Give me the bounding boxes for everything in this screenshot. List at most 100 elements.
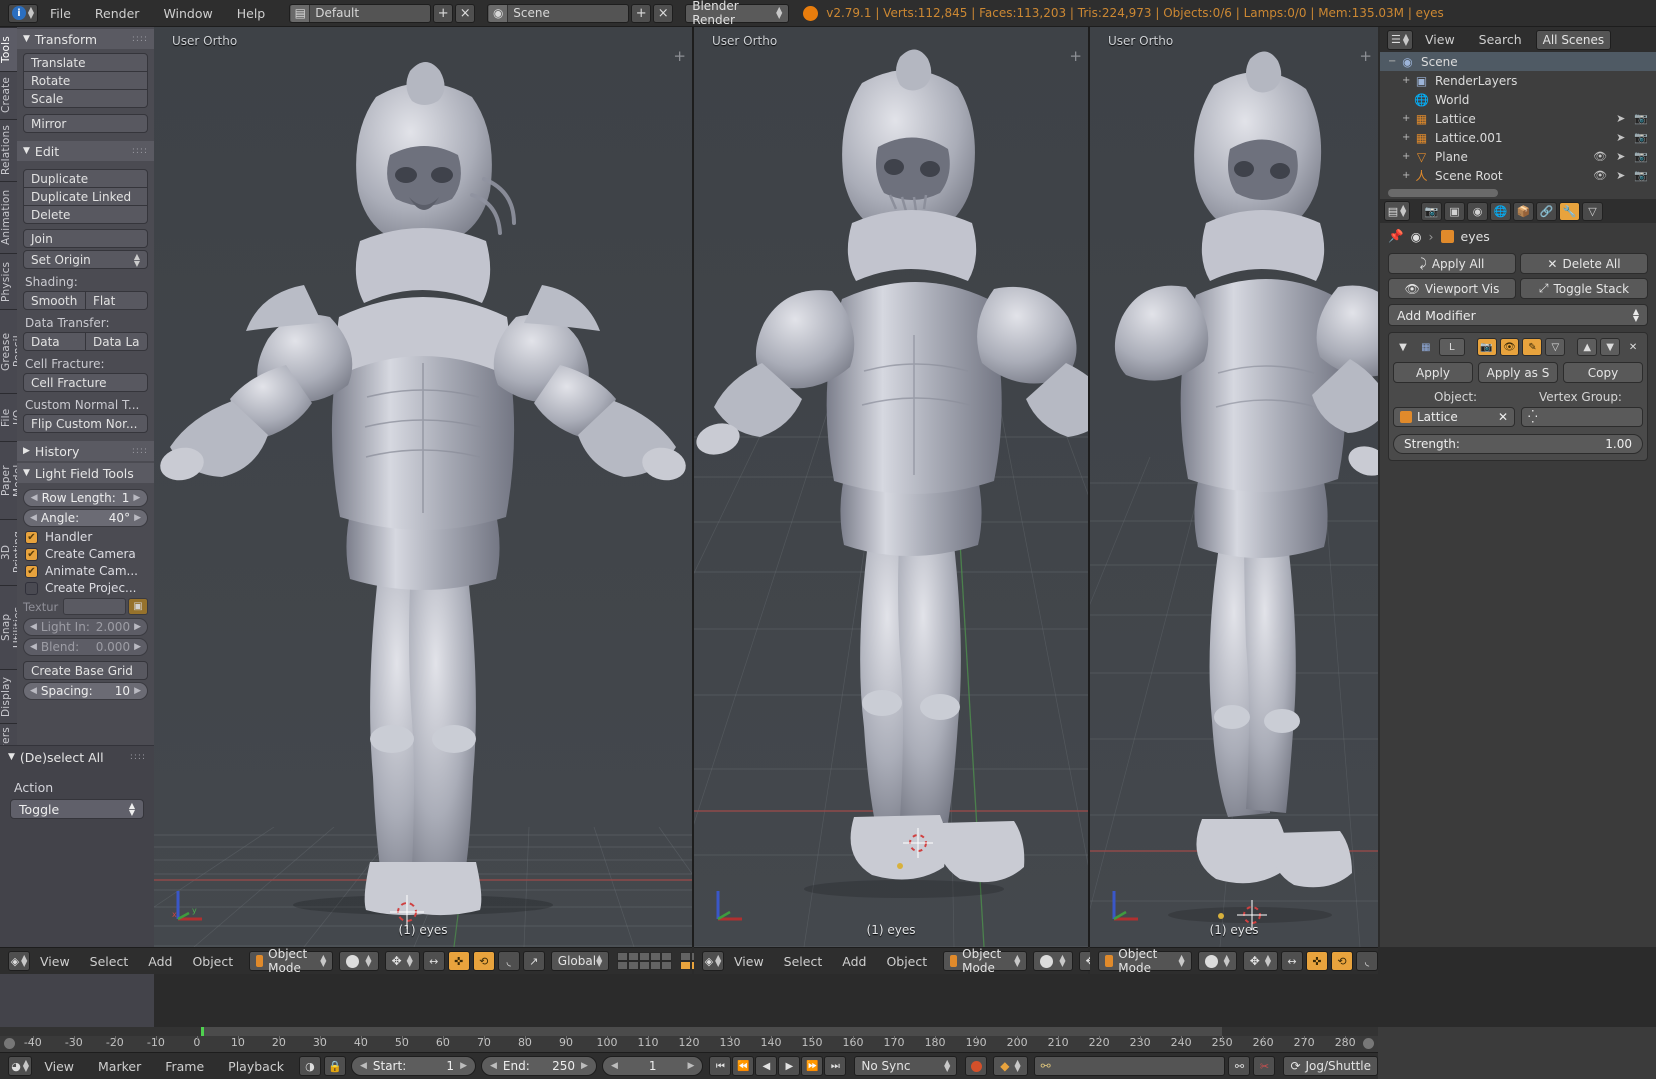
shade-smooth-button[interactable]: Smooth — [23, 291, 86, 310]
end-frame-field[interactable]: ◀ End: 250 ▶ — [480, 1056, 597, 1076]
keying-set-selector[interactable]: ◆ ▲ ▼ — [993, 1056, 1028, 1076]
timeline-menu-frame[interactable]: Frame — [153, 1059, 216, 1074]
arrow-right-icon[interactable]: ▶ — [134, 513, 141, 523]
arrow-left-icon[interactable]: ◀ — [30, 686, 37, 696]
arrow-left-icon[interactable]: ◀ — [31, 493, 38, 503]
row-length-field[interactable]: ◀ Row Length: 1 ▶ — [23, 489, 148, 507]
animate-camera-checkbox-row[interactable]: ✔ Animate Cam... — [25, 564, 146, 578]
arrow-right-icon[interactable]: ▶ — [687, 1061, 694, 1071]
outliner-expander-icon[interactable]: − — [1388, 56, 1400, 67]
vp3-pivot-selector[interactable]: ✥ ▲ ▼ — [1242, 951, 1278, 971]
arrow-left-icon[interactable]: ◀ — [30, 622, 37, 632]
toolshelf-tab-create[interactable]: Create — [0, 71, 17, 119]
panel-header-light-field-tools[interactable]: ▼ Light Field Tools — [17, 463, 154, 483]
outliner-expander-icon[interactable]: + — [1402, 75, 1414, 86]
vp2-menu-view[interactable]: View — [724, 954, 774, 969]
outliner-expander-icon[interactable]: + — [1402, 132, 1414, 143]
outliner-restrict-render-icon[interactable]: 📷 — [1634, 131, 1648, 144]
menu-window[interactable]: Window — [151, 6, 224, 21]
arrow-left-icon[interactable]: ◀ — [611, 1061, 618, 1071]
outliner-editor-type-icon[interactable]: ☰ ▲ ▼ — [1387, 29, 1413, 50]
render-visibility-icon[interactable]: 📷 — [1476, 338, 1497, 356]
tab-object-icon[interactable]: 📦 — [1513, 201, 1534, 221]
arrow-left-icon[interactable]: ◀ — [30, 513, 37, 523]
auto-keyframe-icon[interactable] — [965, 1056, 988, 1076]
tab-constraints-icon[interactable]: 🔗 — [1536, 201, 1557, 221]
toolshelf-tab-tools[interactable]: Tools — [0, 27, 17, 71]
current-frame-field[interactable]: ◀ 1 ▶ — [601, 1056, 704, 1076]
timeline-playhead[interactable] — [200, 1027, 204, 1036]
spacing-field[interactable]: ◀ Spacing: 10 ▶ — [23, 682, 148, 700]
data-layout-button[interactable]: Data La — [86, 332, 148, 351]
arrow-left-icon[interactable]: ◀ — [490, 1061, 497, 1071]
handler-checkbox-row[interactable]: ✔ Handler — [25, 530, 146, 544]
toolshelf-tab-animation[interactable]: Animation — [0, 181, 17, 253]
modifier-name-field[interactable]: L — [1438, 338, 1465, 356]
tab-data-icon[interactable]: ▽ — [1582, 201, 1603, 221]
checkbox-empty-icon[interactable] — [25, 581, 38, 595]
angle-field[interactable]: ◀ Angle: 40° ▶ — [23, 509, 148, 527]
menu-file[interactable]: File — [38, 6, 83, 21]
outliner-restrict-select-icon[interactable]: ➤ — [1616, 169, 1625, 182]
arrow-right-icon[interactable]: ▶ — [134, 642, 141, 652]
close-icon[interactable]: ✕ — [1623, 338, 1643, 356]
outliner-restrict-select-icon[interactable]: ➤ — [1616, 112, 1625, 125]
mirror-button[interactable]: Mirror — [23, 114, 148, 133]
tab-modifier-icon[interactable]: 🔧 — [1559, 201, 1580, 221]
vp2-menu-object[interactable]: Object — [876, 954, 937, 969]
modifier-apply-button[interactable]: Apply — [1393, 362, 1473, 383]
blend-field[interactable]: ◀ Blend: 0.000 ▶ — [23, 638, 148, 656]
viewport-2-expand-icon[interactable]: + — [1069, 47, 1082, 65]
modifier-apply-as-shape-button[interactable]: Apply as S — [1478, 362, 1558, 383]
vp2-menu-select[interactable]: Select — [774, 954, 833, 969]
delete-screen-button[interactable]: × — [455, 3, 476, 23]
join-button[interactable]: Join — [23, 229, 148, 248]
add-modifier-dropdown[interactable]: Add Modifier ▲ ▼ — [1388, 304, 1648, 326]
viewport-vis-button[interactable]: 👁 Viewport Vis — [1388, 278, 1516, 299]
create-base-grid-button[interactable]: Create Base Grid — [23, 661, 148, 680]
move-down-icon[interactable]: ▼ — [1600, 338, 1621, 356]
delete-button[interactable]: Delete — [23, 205, 148, 224]
timeline-menu-marker[interactable]: Marker — [86, 1059, 153, 1074]
check-icon[interactable]: ✔ — [25, 564, 38, 578]
vp3-manipulator-toggle[interactable]: ↔ — [1281, 951, 1303, 971]
toolshelf-tab-relations[interactable]: Relations — [0, 119, 17, 181]
screen-layout-selector[interactable]: ▤ Default — [289, 3, 432, 23]
arrow-right-icon[interactable]: ▶ — [133, 493, 140, 503]
translate-manipulator-icon[interactable]: ✜ — [447, 951, 470, 971]
layer-cell[interactable] — [680, 952, 692, 961]
timeline-scroll-right-handle[interactable] — [1363, 1038, 1374, 1049]
menu-render[interactable]: Render — [83, 6, 152, 21]
edit-mode-visibility-icon[interactable]: ✎ — [1522, 338, 1543, 356]
operator-panel-header[interactable]: ▼ (De)select All :::: — [0, 746, 154, 768]
rotate-manipulator-icon[interactable]: ⟲ — [472, 951, 495, 971]
vp1-menu-object[interactable]: Object — [182, 954, 243, 969]
timeline-menu-playback[interactable]: Playback — [216, 1059, 296, 1074]
layer-cell[interactable] — [617, 961, 629, 970]
layer-cell[interactable] — [628, 952, 640, 961]
outliner-horizontal-scrollbar[interactable] — [1388, 189, 1498, 197]
outliner-restrict-render-icon[interactable]: 📷 — [1634, 169, 1648, 182]
viewport-visibility-icon[interactable]: 👁 — [1499, 338, 1520, 356]
vp2-shading-selector[interactable]: ▲ ▼ — [1033, 951, 1073, 971]
vp1-menu-select[interactable]: Select — [80, 954, 139, 969]
toolshelf-tab-display[interactable]: Display — [0, 669, 17, 723]
outliner-expander-icon[interactable]: + — [1402, 170, 1414, 181]
jog-shuttle-button[interactable]: ⟳ Jog/Shuttle — [1283, 1056, 1379, 1076]
texture-input[interactable] — [63, 598, 126, 615]
vp3-interaction-mode-selector[interactable]: Object Mode ▲ ▼ — [1098, 947, 1192, 975]
only-selected-channels-icon[interactable]: ◑ — [298, 1056, 321, 1076]
duplicate-button[interactable]: Duplicate — [23, 169, 148, 188]
outliner-menu-search[interactable]: Search — [1467, 32, 1534, 47]
layer-cell[interactable] — [680, 961, 692, 970]
jump-to-start-button[interactable]: ⏮ — [709, 1056, 732, 1076]
next-keyframe-button[interactable]: ⏩ — [801, 1056, 824, 1076]
play-button[interactable]: ▶ — [778, 1056, 801, 1076]
outliner-expander-icon[interactable]: + — [1402, 113, 1414, 124]
panel-header-edit[interactable]: ▼ Edit :::: — [17, 141, 154, 161]
triangle-down-icon[interactable]: ▼ — [1393, 338, 1413, 356]
outliner-row-lattice-001[interactable]: +▦Lattice.001👁➤📷 — [1380, 128, 1656, 147]
modifier-strength-slider[interactable]: Strength: 1.00 — [1393, 434, 1643, 454]
delete-all-button[interactable]: ✕ Delete All — [1520, 253, 1648, 274]
delete-scene-button[interactable]: × — [653, 3, 674, 23]
